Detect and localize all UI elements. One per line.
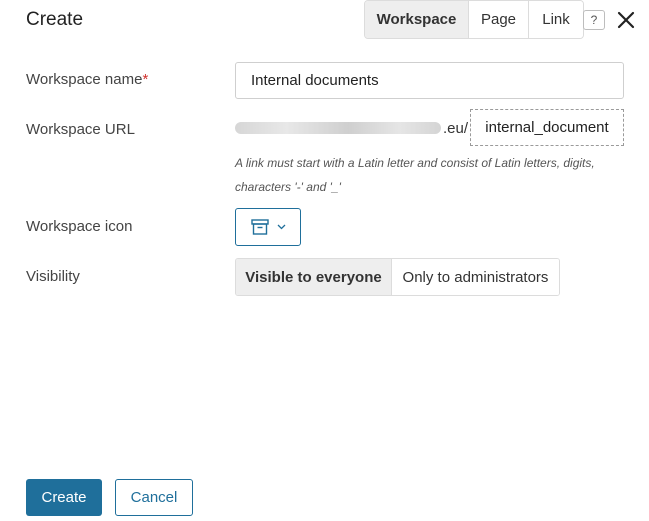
redacted-domain — [235, 122, 441, 134]
close-icon[interactable] — [615, 9, 637, 31]
visibility-label: Visibility — [26, 268, 80, 285]
tab-link[interactable]: Link — [529, 1, 583, 38]
dialog-title: Create — [26, 9, 84, 30]
tab-page[interactable]: Page — [469, 1, 529, 38]
workspace-name-label: Workspace name* — [26, 71, 148, 88]
workspace-url-slug-input[interactable]: internal_document — [470, 109, 624, 146]
url-hint: A link must start with a Latin letter an… — [235, 156, 595, 194]
workspace-icon-picker[interactable] — [235, 208, 301, 246]
cancel-button[interactable]: Cancel — [115, 479, 193, 516]
visibility-admins-option[interactable]: Only to administrators — [392, 259, 559, 295]
workspace-icon-label: Workspace icon — [26, 218, 133, 235]
workspace-name-label-text: Workspace name — [26, 71, 143, 88]
url-prefix: .eu/ — [235, 118, 471, 138]
visibility-toggle: Visible to everyone Only to administrato… — [235, 258, 560, 296]
create-button[interactable]: Create — [26, 479, 102, 516]
archive-box-icon — [250, 219, 269, 235]
url-prefix-suffix: .eu/ — [443, 119, 469, 137]
workspace-name-input[interactable]: Internal documents — [235, 62, 624, 99]
chevron-down-icon — [277, 224, 285, 230]
tab-workspace[interactable]: Workspace — [365, 1, 469, 38]
workspace-url-label: Workspace URL — [26, 121, 135, 138]
help-icon[interactable]: ? — [583, 10, 605, 30]
visibility-everyone-option[interactable]: Visible to everyone — [236, 259, 392, 295]
required-mark: * — [142, 71, 149, 88]
type-tabs: Workspace Page Link — [364, 0, 584, 39]
